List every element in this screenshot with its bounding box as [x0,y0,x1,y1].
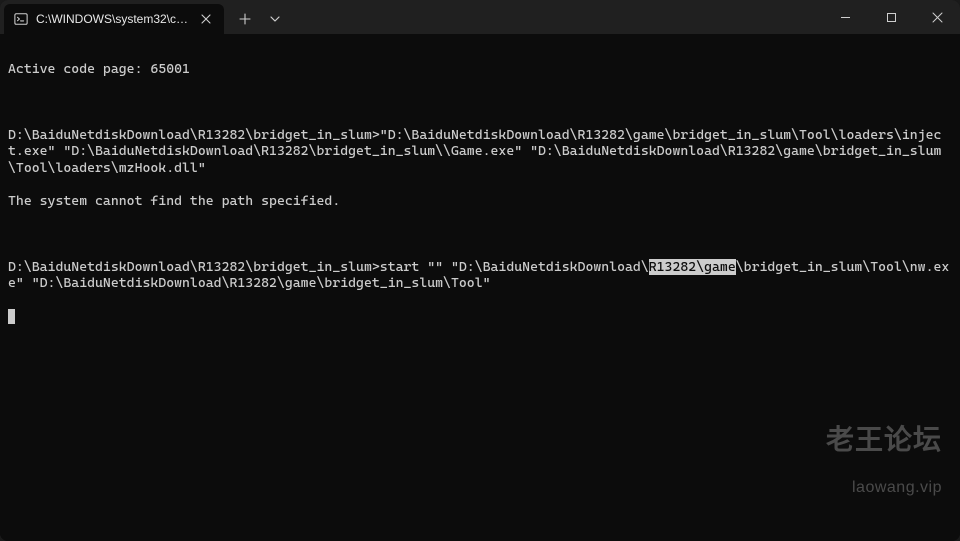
window-controls [822,0,960,34]
close-icon [932,12,943,23]
tab-active[interactable]: C:\WINDOWS\system32\cmd. [4,4,224,34]
prompt: D:\BaiduNetdiskDownload\R13282\bridget_i… [8,127,380,143]
maximize-icon [886,12,897,23]
output-blank [8,94,952,111]
plus-icon [239,13,251,25]
new-tab-button[interactable] [230,4,260,34]
minimize-icon [840,12,851,23]
watermark-line1: 老王论坛 [826,432,942,449]
watermark: 老王论坛 laowang.vip [826,399,942,529]
output-blank [8,226,952,243]
tab-actions [224,0,290,34]
terminal-output[interactable]: Active code page: 65001 D:\BaiduNetdiskD… [0,34,960,541]
chevron-down-icon [269,13,281,25]
prompt: D:\BaiduNetdiskDownload\R13282\bridget_i… [8,259,380,275]
terminal-cursor [8,309,15,324]
output-line: D:\BaiduNetdiskDownload\R13282\bridget_i… [8,127,952,177]
titlebar-drag-area[interactable] [290,0,822,34]
cmd-icon [14,12,28,26]
maximize-button[interactable] [868,0,914,34]
output-line: Active code page: 65001 [8,61,952,78]
output-line: D:\BaiduNetdiskDownload\R13282\bridget_i… [8,259,952,292]
minimize-button[interactable] [822,0,868,34]
watermark-line2: laowang.vip [826,480,942,497]
tab-close-button[interactable] [198,11,214,27]
window-close-button[interactable] [914,0,960,34]
tab-dropdown-button[interactable] [260,4,290,34]
output-error: The system cannot find the path specifie… [8,193,952,210]
tab-title: C:\WINDOWS\system32\cmd. [36,12,190,26]
selected-text: R13282\game [649,259,736,275]
terminal-window: C:\WINDOWS\system32\cmd. [0,0,960,541]
command-text: start "" "D:\BaiduNetdiskDownload\ [380,259,649,275]
titlebar: C:\WINDOWS\system32\cmd. [0,0,960,34]
close-icon [201,14,211,24]
